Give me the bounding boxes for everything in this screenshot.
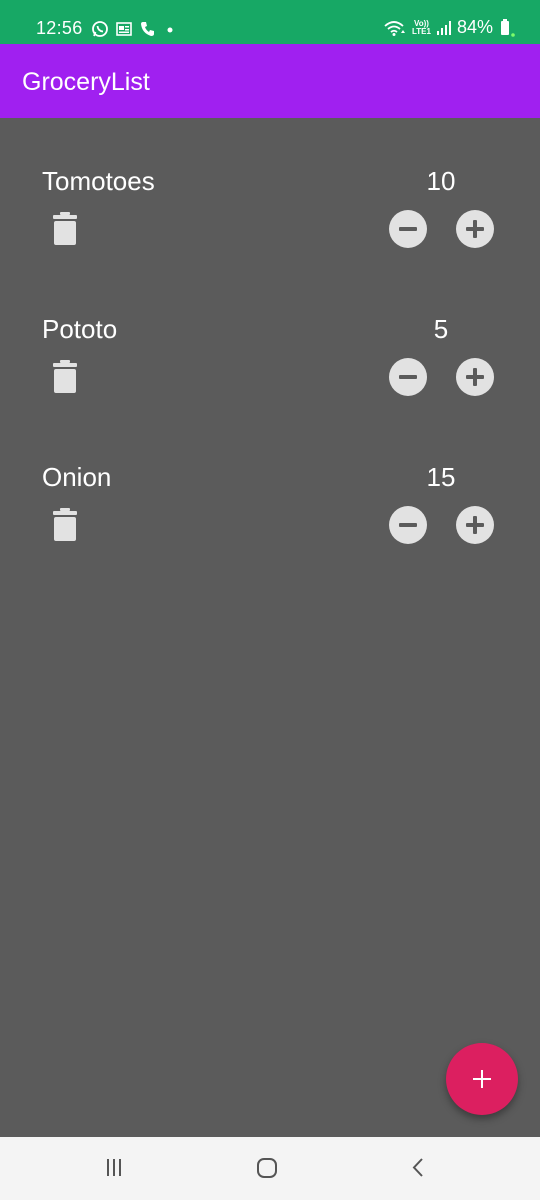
app-title: GroceryList bbox=[22, 68, 150, 96]
grocery-item: Pototo 5 bbox=[0, 314, 540, 454]
home-button[interactable] bbox=[247, 1153, 287, 1183]
grocery-item: Onion 15 bbox=[0, 462, 540, 602]
recents-icon bbox=[107, 1159, 121, 1176]
item-quantity: 5 bbox=[433, 314, 449, 344]
delete-button[interactable] bbox=[52, 506, 78, 544]
whatsapp-icon bbox=[92, 21, 108, 37]
recents-button[interactable] bbox=[97, 1153, 137, 1183]
home-icon bbox=[257, 1158, 277, 1178]
status-notification-icons bbox=[91, 20, 177, 38]
system-nav-bar bbox=[0, 1137, 540, 1200]
back-button[interactable] bbox=[398, 1153, 438, 1183]
wifi-icon bbox=[384, 20, 405, 36]
item-name: Onion bbox=[42, 462, 112, 492]
decrement-button[interactable] bbox=[389, 358, 427, 396]
item-quantity: 15 bbox=[426, 462, 456, 492]
battery-percentage: 84% bbox=[456, 17, 493, 37]
increment-button[interactable] bbox=[456, 506, 494, 544]
item-name: Tomotoes bbox=[42, 166, 155, 196]
volte-bottom-label: LTE1 bbox=[412, 26, 431, 36]
volte-indicator: Vo)) LTE1 bbox=[412, 19, 431, 36]
delete-button[interactable] bbox=[52, 358, 78, 396]
decrement-button[interactable] bbox=[389, 506, 427, 544]
app-screen: 12:56 Vo)) LTE1 84% GroceryList Tomotoes… bbox=[0, 0, 540, 1200]
signal-icon bbox=[436, 20, 451, 35]
trash-icon bbox=[53, 212, 77, 245]
increment-button[interactable] bbox=[456, 210, 494, 248]
phone-icon bbox=[141, 22, 154, 36]
app-bar: GroceryList bbox=[0, 44, 540, 118]
trash-icon bbox=[53, 508, 77, 541]
decrement-button[interactable] bbox=[389, 210, 427, 248]
grocery-item: Tomotoes 10 bbox=[0, 166, 540, 306]
dot-icon bbox=[167, 27, 173, 33]
item-name: Pototo bbox=[42, 314, 118, 344]
delete-button[interactable] bbox=[52, 210, 78, 248]
status-system-icons: Vo)) LTE1 84% bbox=[383, 17, 516, 38]
add-item-fab[interactable] bbox=[446, 1043, 518, 1115]
increment-button[interactable] bbox=[456, 358, 494, 396]
status-time: 12:56 bbox=[36, 18, 83, 38]
news-icon bbox=[116, 22, 132, 36]
battery-icon bbox=[501, 18, 515, 37]
status-bar: 12:56 Vo)) LTE1 84% bbox=[0, 0, 540, 44]
item-quantity: 10 bbox=[426, 166, 456, 196]
back-icon bbox=[412, 1158, 423, 1177]
trash-icon bbox=[53, 360, 77, 393]
